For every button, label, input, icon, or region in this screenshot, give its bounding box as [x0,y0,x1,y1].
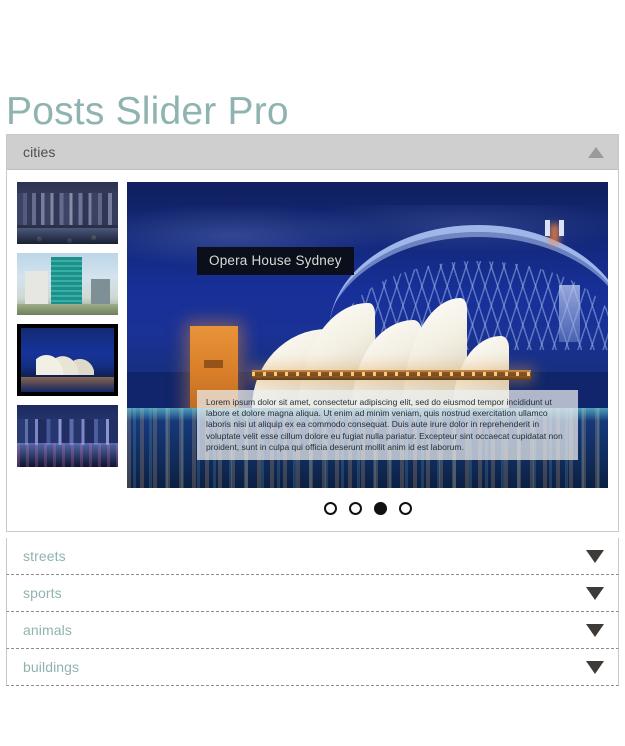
triangle-down-icon[interactable] [586,623,604,637]
pagination-dot-3-active[interactable] [373,502,387,515]
thumbnail-item-active[interactable] [17,324,118,396]
bridge-pylon-graphic [558,285,580,342]
accordion-header-label: streets [23,548,66,564]
thumbnail-item[interactable] [17,182,118,244]
thumbnail-image-office-day [17,253,118,315]
accordion-header-animals[interactable]: animals [6,612,619,649]
accordion-group-cities: cities Opera House Sydney Lorem ipsum do… [6,134,619,532]
accordion: cities Opera House Sydney Lorem ipsum do… [6,134,619,686]
opera-house-podium-graphic [252,369,532,380]
page-root: Posts Slider Pro cities Opera House Sydn… [0,0,625,746]
slider-stage[interactable]: Opera House Sydney Lorem ipsum dolor sit… [127,182,608,488]
thumbnail-image-waterfront-night [17,405,118,467]
accordion-header-label: cities [23,144,56,160]
pagination-dot-2[interactable] [348,502,362,515]
accordion-header-label: buildings [23,659,80,675]
pagination-dots [127,488,608,521]
accordion-header-buildings[interactable]: buildings [6,649,619,686]
slider-row: Opera House Sydney Lorem ipsum dolor sit… [17,182,608,488]
page-title: Posts Slider Pro [6,90,289,134]
accordion-header-sports[interactable]: sports [6,575,619,612]
triangle-up-icon[interactable] [588,146,604,158]
slide-caption: Opera House Sydney [197,247,354,275]
accordion-header-cities[interactable]: cities [7,135,618,170]
triangle-down-icon[interactable] [586,586,604,600]
slide-description: Lorem ipsum dolor sit amet, consectetur … [197,389,578,460]
triangle-down-icon[interactable] [586,549,604,563]
pagination-dot-1[interactable] [323,502,337,515]
pagination-dot-4[interactable] [398,502,412,515]
accordion-header-label: sports [23,585,62,601]
accordion-header-streets[interactable]: streets [6,538,619,575]
slider-body: Opera House Sydney Lorem ipsum dolor sit… [7,170,618,531]
thumbnail-image-opera-house [21,328,114,392]
thumbnail-image-city-night [17,182,118,244]
triangle-down-icon[interactable] [586,660,604,674]
thumbnail-item[interactable] [17,405,118,467]
accordion-header-label: animals [23,622,72,638]
thumbnail-item[interactable] [17,253,118,315]
thumbnail-list [17,182,118,467]
